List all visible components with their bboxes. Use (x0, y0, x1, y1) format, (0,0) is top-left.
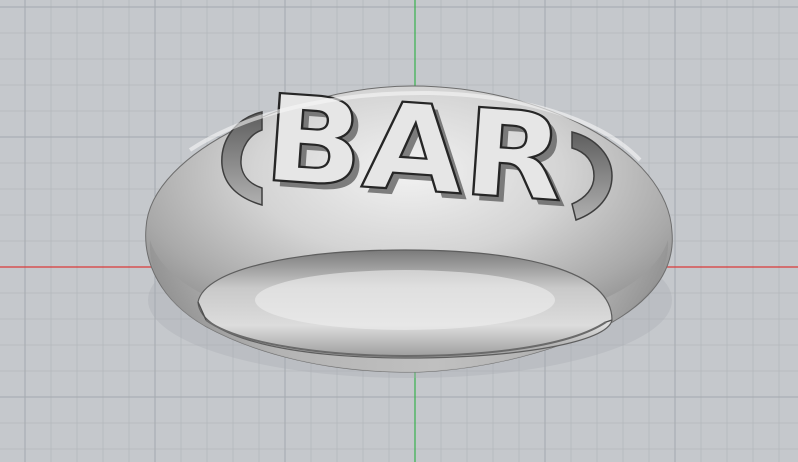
viewport-canvas[interactable]: BAR BAR (0, 0, 798, 462)
ring-inner-highlight (255, 270, 555, 330)
ring-model[interactable]: BAR BAR (145, 69, 673, 378)
viewport-perspective[interactable]: BAR BAR (0, 0, 798, 462)
